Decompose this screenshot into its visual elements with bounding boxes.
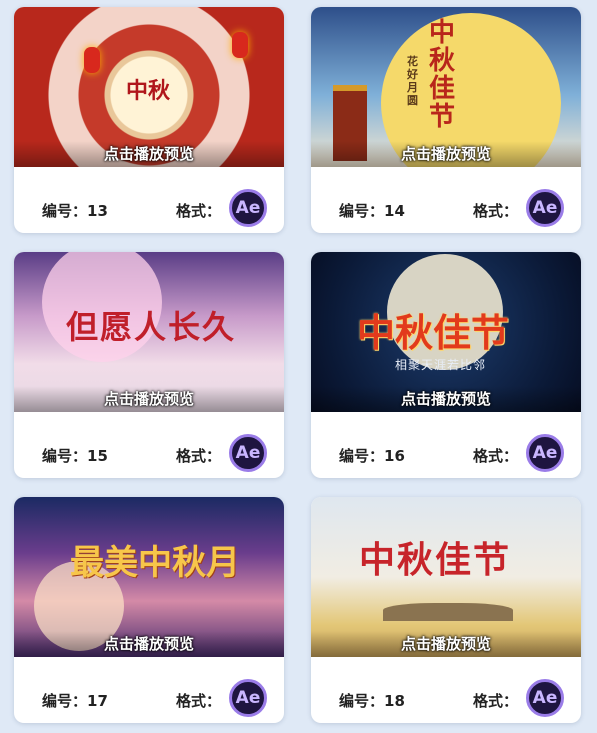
artwork-title: 中秋: [126, 78, 171, 104]
card-number: 编号：17: [42, 692, 108, 710]
after-effects-icon: Ae: [526, 189, 564, 227]
artwork-title: 中秋佳节: [429, 18, 456, 132]
preview-thumbnail[interactable]: 中秋佳节 相聚天涯若比邻 点击播放预览: [311, 252, 581, 412]
play-preview-label[interactable]: 点击播放预览: [14, 386, 284, 412]
card-meta: 编号：16 格式： Ae: [311, 412, 581, 478]
card-meta: 编号：17 格式： Ae: [14, 657, 284, 723]
template-card[interactable]: 但愿人长久 点击播放预览 编号：15 格式： Ae: [14, 252, 284, 478]
format-label: 格式：: [473, 692, 519, 710]
play-preview-label[interactable]: 点击播放预览: [311, 141, 581, 167]
after-effects-icon: Ae: [229, 679, 267, 717]
card-meta: 编号：13 格式： Ae: [14, 167, 284, 233]
artwork-title: 但愿人长久: [66, 308, 237, 346]
card-number: 编号：16: [339, 447, 405, 465]
format-label: 格式：: [176, 202, 222, 220]
after-effects-icon: Ae: [229, 189, 267, 227]
preview-thumbnail[interactable]: 最美中秋月 点击播放预览: [14, 497, 284, 657]
artwork-title: 中秋佳节: [357, 310, 510, 355]
format-label: 格式：: [176, 447, 222, 465]
play-preview-label[interactable]: 点击播放预览: [311, 631, 581, 657]
format-label: 格式：: [473, 447, 519, 465]
preview-thumbnail[interactable]: 但愿人长久 点击播放预览: [14, 252, 284, 412]
format-label: 格式：: [176, 692, 222, 710]
play-preview-label[interactable]: 点击播放预览: [14, 631, 284, 657]
after-effects-icon: Ae: [526, 434, 564, 472]
card-number: 编号：15: [42, 447, 108, 465]
preview-thumbnail[interactable]: 中秋佳节 点击播放预览: [311, 497, 581, 657]
card-number: 编号：18: [339, 692, 405, 710]
palace-shape: [383, 603, 513, 621]
lantern-right-icon: [232, 32, 248, 58]
preview-thumbnail[interactable]: 中秋 点击播放预览: [14, 7, 284, 167]
template-card[interactable]: 中秋佳节 相聚天涯若比邻 点击播放预览 编号：16 格式： Ae: [311, 252, 581, 478]
card-meta: 编号：18 格式： Ae: [311, 657, 581, 723]
artwork-title: 中秋佳节: [359, 539, 512, 581]
artwork-subtitle: 相聚天涯若比邻: [395, 358, 487, 372]
template-card[interactable]: 中秋 点击播放预览 编号：13 格式： Ae: [14, 7, 284, 233]
format-label: 格式：: [473, 202, 519, 220]
card-number: 编号：14: [339, 202, 405, 220]
artwork-subtitle: 花好月圆: [407, 55, 418, 107]
play-preview-label[interactable]: 点击播放预览: [14, 141, 284, 167]
after-effects-icon: Ae: [526, 679, 564, 717]
play-preview-label[interactable]: 点击播放预览: [311, 386, 581, 412]
after-effects-icon: Ae: [229, 434, 267, 472]
artwork-title: 最美中秋月: [70, 543, 240, 583]
card-number: 编号：13: [42, 202, 108, 220]
preview-thumbnail[interactable]: 中秋佳节 花好月圆 点击播放预览: [311, 7, 581, 167]
template-card[interactable]: 中秋佳节 花好月圆 点击播放预览 编号：14 格式： Ae: [311, 7, 581, 233]
card-meta: 编号：14 格式： Ae: [311, 167, 581, 233]
template-card[interactable]: 中秋佳节 点击播放预览 编号：18 格式： Ae: [311, 497, 581, 723]
card-meta: 编号：15 格式： Ae: [14, 412, 284, 478]
template-card[interactable]: 最美中秋月 点击播放预览 编号：17 格式： Ae: [14, 497, 284, 723]
lantern-left-icon: [84, 47, 100, 73]
